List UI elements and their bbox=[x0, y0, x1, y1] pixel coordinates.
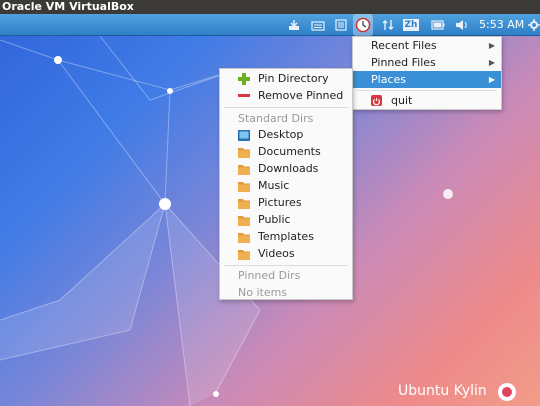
volume-icon[interactable] bbox=[452, 14, 472, 36]
places-submenu: Pin Directory Remove Pinned Standard Dir… bbox=[219, 68, 353, 300]
place-item-music[interactable]: Music bbox=[220, 177, 352, 194]
remove-icon bbox=[238, 90, 250, 101]
place-label: Templates bbox=[258, 230, 314, 243]
submenu-arrow-icon: ▶ bbox=[488, 75, 495, 84]
place-item-templates[interactable]: Templates bbox=[220, 228, 352, 245]
place-label: Desktop bbox=[258, 128, 304, 141]
menu-item-label: Places bbox=[371, 73, 406, 86]
place-item-public[interactable]: Public bbox=[220, 211, 352, 228]
menu-item-places[interactable]: Places ▶ bbox=[353, 71, 501, 88]
remove-pinned-item[interactable]: Remove Pinned bbox=[220, 87, 352, 104]
battery-icon[interactable] bbox=[428, 14, 448, 36]
menu-separator bbox=[224, 265, 348, 266]
menu-separator bbox=[357, 90, 497, 91]
network-icon[interactable] bbox=[378, 14, 398, 36]
pin-directory-item[interactable]: Pin Directory bbox=[220, 70, 352, 87]
menu-item-quit[interactable]: quit bbox=[353, 92, 501, 109]
folder-icon bbox=[238, 146, 250, 158]
folder-icon bbox=[238, 197, 250, 209]
input-method-icon[interactable]: Zh bbox=[402, 14, 420, 36]
settings-icon[interactable] bbox=[528, 14, 540, 36]
input-method-label: Zh bbox=[402, 19, 420, 31]
clock-icon[interactable] bbox=[353, 14, 373, 36]
indicator-menu: Recent Files ▶ Pinned Files ▶ Places ▶ q… bbox=[352, 36, 502, 110]
place-label: Public bbox=[258, 213, 291, 226]
menu-separator bbox=[224, 107, 348, 108]
folder-icon bbox=[238, 248, 250, 260]
menu-item-label: Recent Files bbox=[371, 39, 437, 52]
place-item-videos[interactable]: Videos bbox=[220, 245, 352, 262]
menu-item-pinned-files[interactable]: Pinned Files ▶ bbox=[353, 54, 501, 71]
standard-dirs-header: Standard Dirs bbox=[238, 112, 314, 125]
place-label: Documents bbox=[258, 145, 321, 158]
pinned-dirs-header: Pinned Dirs bbox=[238, 269, 301, 282]
place-item-downloads[interactable]: Downloads bbox=[220, 160, 352, 177]
place-item-pictures[interactable]: Pictures bbox=[220, 194, 352, 211]
menu-item-recent-files[interactable]: Recent Files ▶ bbox=[353, 37, 501, 54]
folder-icon bbox=[238, 180, 250, 192]
place-label: Videos bbox=[258, 247, 295, 260]
place-label: Downloads bbox=[258, 162, 319, 175]
menu-item-label: Pinned Files bbox=[371, 56, 436, 69]
window-title: Oracle VM VirtualBox bbox=[0, 0, 540, 14]
place-item-desktop[interactable]: Desktop bbox=[220, 126, 352, 143]
place-label: Music bbox=[258, 179, 290, 192]
place-item-documents[interactable]: Documents bbox=[220, 143, 352, 160]
place-label: Pictures bbox=[258, 196, 302, 209]
desktop-icon bbox=[238, 129, 250, 141]
no-items-label: No items bbox=[238, 286, 288, 299]
download-icon[interactable] bbox=[284, 14, 304, 36]
clock-text[interactable]: 5:53 AM bbox=[479, 14, 524, 36]
folder-icon bbox=[238, 214, 250, 226]
remove-pinned-label: Remove Pinned bbox=[258, 89, 344, 102]
pin-directory-label: Pin Directory bbox=[258, 72, 329, 85]
quit-label: quit bbox=[391, 94, 413, 107]
folder-icon bbox=[238, 231, 250, 243]
ubuntu-kylin-logo-icon bbox=[498, 383, 516, 401]
add-icon bbox=[238, 73, 250, 85]
top-panel: Zh 5:53 AM bbox=[0, 14, 540, 36]
keyboard-icon[interactable] bbox=[308, 14, 328, 36]
folder-icon bbox=[238, 163, 250, 175]
brand-name: Ubuntu Kylin bbox=[398, 383, 487, 399]
submenu-arrow-icon: ▶ bbox=[488, 41, 495, 50]
quit-icon bbox=[371, 95, 382, 106]
submenu-arrow-icon: ▶ bbox=[488, 58, 495, 67]
file-manager-icon[interactable] bbox=[332, 14, 350, 36]
